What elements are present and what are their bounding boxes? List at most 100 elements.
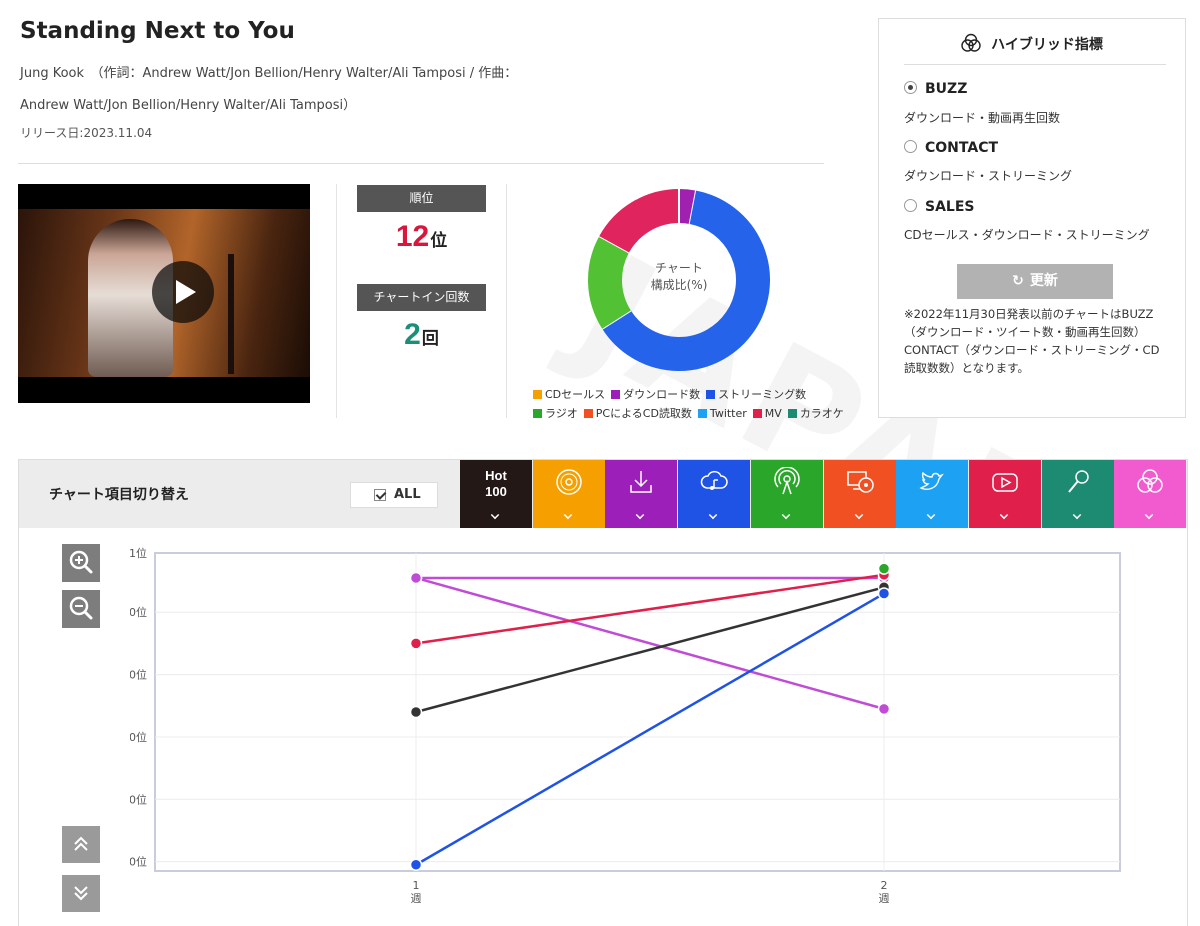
legend-item: PCによるCD読取数 bbox=[583, 405, 692, 421]
chevron-down-icon bbox=[781, 510, 791, 520]
refresh-button[interactable]: ↻ 更新 bbox=[957, 264, 1113, 299]
tab-twitter[interactable] bbox=[896, 460, 969, 528]
legend-swatch bbox=[611, 390, 621, 399]
legend-label: カラオケ bbox=[799, 407, 844, 420]
donut-segment bbox=[588, 236, 632, 329]
series-point[interactable] bbox=[409, 637, 423, 650]
radio-label: SALES bbox=[925, 199, 975, 215]
chevron-down-icon bbox=[490, 510, 500, 520]
rank-number: 12 bbox=[395, 220, 430, 253]
radio-contact[interactable]: CONTACT bbox=[904, 140, 998, 156]
series-point[interactable] bbox=[877, 587, 891, 600]
legend-item: カラオケ bbox=[787, 405, 844, 421]
legend-swatch bbox=[697, 409, 707, 418]
radio-desc: CDセールス・ダウンロード・ストリーミング bbox=[904, 228, 1150, 242]
zoom-out-icon bbox=[69, 596, 93, 620]
donut-center-label: チャート 構成比(%) bbox=[619, 260, 739, 294]
radio-button[interactable] bbox=[904, 81, 917, 94]
legend-label: PCによるCD読取数 bbox=[595, 407, 692, 420]
donut-center-line: 構成比(%) bbox=[650, 278, 708, 292]
series-point[interactable] bbox=[409, 571, 423, 585]
radio-sales[interactable]: SALES bbox=[904, 199, 975, 215]
tab-hot100[interactable]: Hot 100 bbox=[460, 460, 532, 528]
x-tick-label: 1 bbox=[413, 879, 420, 892]
series-point[interactable] bbox=[877, 702, 891, 716]
hybrid-note: ※2022年11月30日発表以前のチャートはBUZZ（ダウンロード・ツイート数・… bbox=[904, 307, 1160, 375]
double-chevron-up-icon bbox=[74, 836, 88, 851]
radio-button[interactable] bbox=[904, 199, 917, 212]
tab-radio[interactable] bbox=[750, 460, 823, 528]
zoom-out-button[interactable] bbox=[62, 590, 100, 628]
divider bbox=[18, 163, 824, 164]
twitter-icon bbox=[919, 471, 945, 490]
tab-streaming[interactable] bbox=[678, 460, 751, 528]
radio-icon bbox=[774, 467, 800, 495]
refresh-label: 更新 bbox=[1029, 273, 1058, 289]
series-point[interactable] bbox=[409, 705, 423, 719]
chevron-down-icon bbox=[854, 510, 863, 520]
divider bbox=[336, 184, 337, 418]
legend-swatch bbox=[706, 390, 716, 399]
hybrid-panel-title: ハイブリッド指標 bbox=[879, 33, 1185, 54]
legend-label: ラジオ bbox=[545, 407, 578, 420]
radio-buzz[interactable]: BUZZ bbox=[904, 81, 967, 97]
tab-cd-sales[interactable] bbox=[532, 460, 605, 528]
check-icon bbox=[374, 489, 386, 501]
x-tick-label: 2 bbox=[881, 879, 888, 892]
y-tick-label: 100位 bbox=[130, 855, 147, 869]
chevron-down-icon bbox=[926, 510, 936, 520]
legend-label: Twitter bbox=[709, 407, 747, 420]
hybrid-circles-icon bbox=[961, 33, 981, 52]
radio-desc: ダウンロード・動画再生回数 bbox=[904, 111, 1061, 125]
zoom-in-button[interactable] bbox=[62, 544, 100, 582]
chevron-down-icon bbox=[636, 510, 645, 520]
x-tick-label: 週 bbox=[411, 892, 422, 905]
donut-center-line: チャート bbox=[655, 261, 703, 275]
tab-karaoke[interactable] bbox=[1041, 460, 1114, 528]
chart-in-count-label: チャートイン回数 bbox=[357, 284, 486, 311]
tab-mv[interactable] bbox=[968, 460, 1041, 528]
all-checkbox[interactable]: ALL bbox=[350, 482, 438, 508]
legend-label: ダウンロード数 bbox=[623, 388, 701, 401]
hybrid-title-text: ハイブリッド指標 bbox=[991, 37, 1103, 53]
tab-label: Hot 100 bbox=[485, 468, 507, 499]
y-tick-label: 1位 bbox=[130, 546, 147, 560]
refresh-icon: ↻ bbox=[1012, 273, 1024, 289]
line-chart-svg: 1位20位40位60位80位100位1週2週 bbox=[115, 546, 1121, 905]
rank-label: 順位 bbox=[357, 185, 486, 212]
legend-item: ストリーミング数 bbox=[706, 386, 806, 402]
video-player[interactable] bbox=[18, 184, 310, 403]
series-point[interactable] bbox=[409, 858, 423, 872]
y-tick-label: 20位 bbox=[130, 605, 147, 619]
song-title: Standing Next to You bbox=[20, 18, 295, 44]
series-point[interactable] bbox=[877, 562, 891, 575]
credit-line: Jung Kook （作詞：Andrew Watt/Jon Bellion/He… bbox=[20, 66, 518, 81]
zoom-in-icon bbox=[69, 550, 93, 574]
radio-label: BUZZ bbox=[925, 81, 968, 97]
hybrid-index-panel: ハイブリッド指標 BUZZ ダウンロード・動画再生回数 CONTACT ダウンロ… bbox=[878, 18, 1186, 418]
tab-pc-cd[interactable] bbox=[823, 460, 896, 528]
chevron-down-icon bbox=[999, 510, 1009, 520]
divider bbox=[904, 64, 1166, 65]
tab-download[interactable] bbox=[605, 460, 678, 528]
radio-label: CONTACT bbox=[925, 140, 999, 156]
scroll-up-button[interactable] bbox=[62, 826, 100, 863]
rank-unit: 位 bbox=[430, 231, 448, 251]
chart-in-count-unit: 回 bbox=[421, 329, 439, 349]
legend-label: MV bbox=[764, 407, 782, 420]
double-chevron-down-icon bbox=[74, 886, 88, 901]
microphone-icon bbox=[1067, 470, 1089, 493]
play-icon[interactable] bbox=[152, 261, 214, 323]
tab-hybrid[interactable] bbox=[1114, 460, 1187, 528]
scroll-down-button[interactable] bbox=[62, 875, 100, 912]
chevron-down-icon bbox=[563, 510, 572, 520]
radio-desc: ダウンロード・ストリーミング bbox=[904, 169, 1073, 183]
chevron-down-icon bbox=[1145, 510, 1154, 520]
download-icon bbox=[630, 471, 653, 493]
cloud-music-icon bbox=[700, 470, 728, 490]
rank-value: 12位 bbox=[357, 220, 486, 254]
y-tick-label: 60位 bbox=[130, 730, 147, 744]
legend-item: ラジオ bbox=[533, 405, 578, 421]
radio-button[interactable] bbox=[904, 140, 917, 153]
release-date: リリース日:2023.11.04 bbox=[20, 126, 153, 140]
